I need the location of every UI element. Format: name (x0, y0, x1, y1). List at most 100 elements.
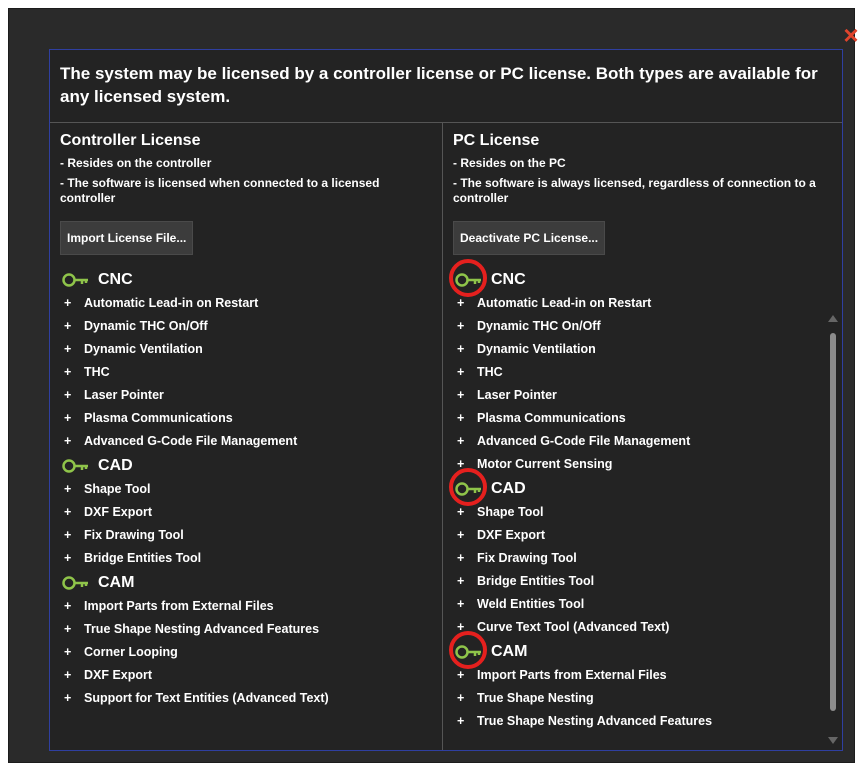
right-cam-section: CAM (449, 631, 842, 669)
plus-icon: + (64, 296, 72, 310)
feature-label: True Shape Nesting Advanced Features (477, 714, 713, 728)
scrollbar[interactable] (828, 313, 838, 746)
feature-label: Import Parts from External Files (84, 599, 274, 613)
list-item: + Bridge Entities Tool (60, 547, 442, 570)
plus-icon: + (457, 574, 465, 588)
highlight-circle (449, 631, 487, 669)
key-icon (62, 272, 88, 287)
feature-label: DXF Export (84, 668, 153, 682)
feature-label: Automatic Lead-in on Restart (477, 296, 652, 310)
import-license-file-button[interactable]: Import License File... (60, 221, 194, 255)
controller-desc-1: - Resides on the controller (60, 156, 212, 170)
feature-label: Bridge Entities Tool (477, 574, 595, 588)
plus-icon: + (64, 622, 72, 636)
feature-label: THC (84, 365, 110, 379)
feature-label: Shape Tool (477, 505, 544, 519)
list-item: + Advanced G-Code File Management (60, 430, 442, 453)
feature-label: Bridge Entities Tool (84, 551, 202, 565)
plus-icon: + (457, 528, 465, 542)
list-item: + Fix Drawing Tool (60, 524, 442, 547)
list-item: + Plasma Communications (60, 407, 442, 430)
pc-license-column: PC License - Resides on the PC - The sof… (443, 123, 842, 750)
key-icon (62, 458, 88, 473)
list-item: + DXF Export (453, 524, 842, 547)
plus-icon: + (64, 434, 72, 448)
feature-label: True Shape Nesting (477, 691, 594, 705)
license-dialog: × The system may be licensed by a contro… (9, 9, 859, 762)
plus-icon: + (64, 528, 72, 542)
plus-icon: + (457, 551, 465, 565)
list-item: + True Shape Nesting (453, 687, 842, 710)
plus-icon: + (64, 319, 72, 333)
close-icon[interactable]: × (838, 22, 864, 48)
feature-label: Laser Pointer (477, 388, 557, 402)
left-cad-section: CAD (62, 453, 442, 478)
right-cam-list: + Import Parts from External Files + True S… (453, 664, 842, 733)
right-cnc-section: CNC (449, 259, 842, 297)
plus-icon: + (64, 505, 72, 519)
feature-label: Dynamic THC On/Off (84, 319, 208, 333)
plus-icon: + (457, 691, 465, 705)
plus-icon: + (457, 597, 465, 611)
feature-label: Corner Looping (84, 645, 178, 659)
left-cam-list: + Import Parts from External Files + True S… (60, 595, 442, 710)
controller-license-column: Controller License - Resides on the cont… (50, 123, 443, 750)
list-item: + Shape Tool (60, 478, 442, 501)
feature-label: Support for Text Entities (Advanced Text… (84, 691, 329, 705)
feature-label: Import Parts from External Files (477, 668, 667, 682)
list-item: + Corner Looping (60, 641, 442, 664)
feature-label: Dynamic Ventilation (84, 342, 203, 356)
plus-icon: + (457, 411, 465, 425)
feature-label: Motor Current Sensing (477, 457, 613, 471)
list-item: + Motor Current Sensing (453, 453, 842, 476)
highlight-circle (449, 259, 487, 297)
list-item: + Dynamic Ventilation (453, 338, 842, 361)
left-cad-list: + Shape Tool + DXF Export + Fix Drawing Tool +… (60, 478, 442, 570)
right-cam-title: CAM (491, 642, 528, 660)
plus-icon: + (64, 388, 72, 402)
list-item: + THC (453, 361, 842, 384)
left-cam-title: CAM (98, 573, 135, 591)
plus-icon: + (457, 388, 465, 402)
list-item: + Dynamic THC On/Off (60, 315, 442, 338)
list-item: + Advanced G-Code File Management (453, 430, 842, 453)
controller-desc-2: - The software is licensed when connecte… (60, 176, 380, 205)
list-item: + Weld Entities Tool (453, 593, 842, 616)
plus-icon: + (64, 342, 72, 356)
plus-icon: + (64, 691, 72, 705)
plus-icon: + (64, 599, 72, 613)
pc-desc-1: - Resides on the PC (453, 156, 566, 170)
feature-label: Fix Drawing Tool (84, 528, 184, 542)
left-cnc-list: + Automatic Lead-in on Restart + Dynamic TH… (60, 292, 442, 453)
right-cnc-list: + Automatic Lead-in on Restart + Dynamic TH… (453, 292, 842, 476)
pc-license-title: PC License (453, 132, 540, 149)
list-item: + Plasma Communications (453, 407, 842, 430)
feature-label: Dynamic THC On/Off (477, 319, 601, 333)
feature-label: Advanced G-Code File Management (84, 434, 298, 448)
pc-desc-2: - The software is always licensed, regar… (453, 176, 816, 205)
scrollbar-thumb[interactable] (830, 333, 836, 711)
list-item: + Laser Pointer (60, 384, 442, 407)
scroll-down-icon[interactable] (828, 737, 838, 744)
controller-license-title: Controller License (60, 132, 201, 149)
feature-label: Laser Pointer (84, 388, 164, 402)
left-cam-section: CAM (62, 570, 442, 595)
list-item: + Import Parts from External Files (60, 595, 442, 618)
list-item: + True Shape Nesting Advanced Features (453, 710, 842, 733)
highlight-circle (449, 468, 487, 506)
list-item: + Fix Drawing Tool (453, 547, 842, 570)
feature-label: Plasma Communications (477, 411, 626, 425)
list-item: + Shape Tool (453, 501, 842, 524)
feature-label: DXF Export (84, 505, 153, 519)
feature-label: Fix Drawing Tool (477, 551, 577, 565)
feature-label: THC (477, 365, 503, 379)
scroll-up-icon[interactable] (828, 315, 838, 322)
list-item: + Laser Pointer (453, 384, 842, 407)
feature-label: Dynamic Ventilation (477, 342, 596, 356)
left-cnc-title: CNC (98, 270, 133, 288)
deactivate-pc-license-button[interactable]: Deactivate PC License... (453, 221, 606, 255)
feature-label: Weld Entities Tool (477, 597, 585, 611)
plus-icon: + (457, 365, 465, 379)
list-item: + Support for Text Entities (Advanced Tex… (60, 687, 442, 710)
right-cad-section: CAD (449, 468, 842, 506)
